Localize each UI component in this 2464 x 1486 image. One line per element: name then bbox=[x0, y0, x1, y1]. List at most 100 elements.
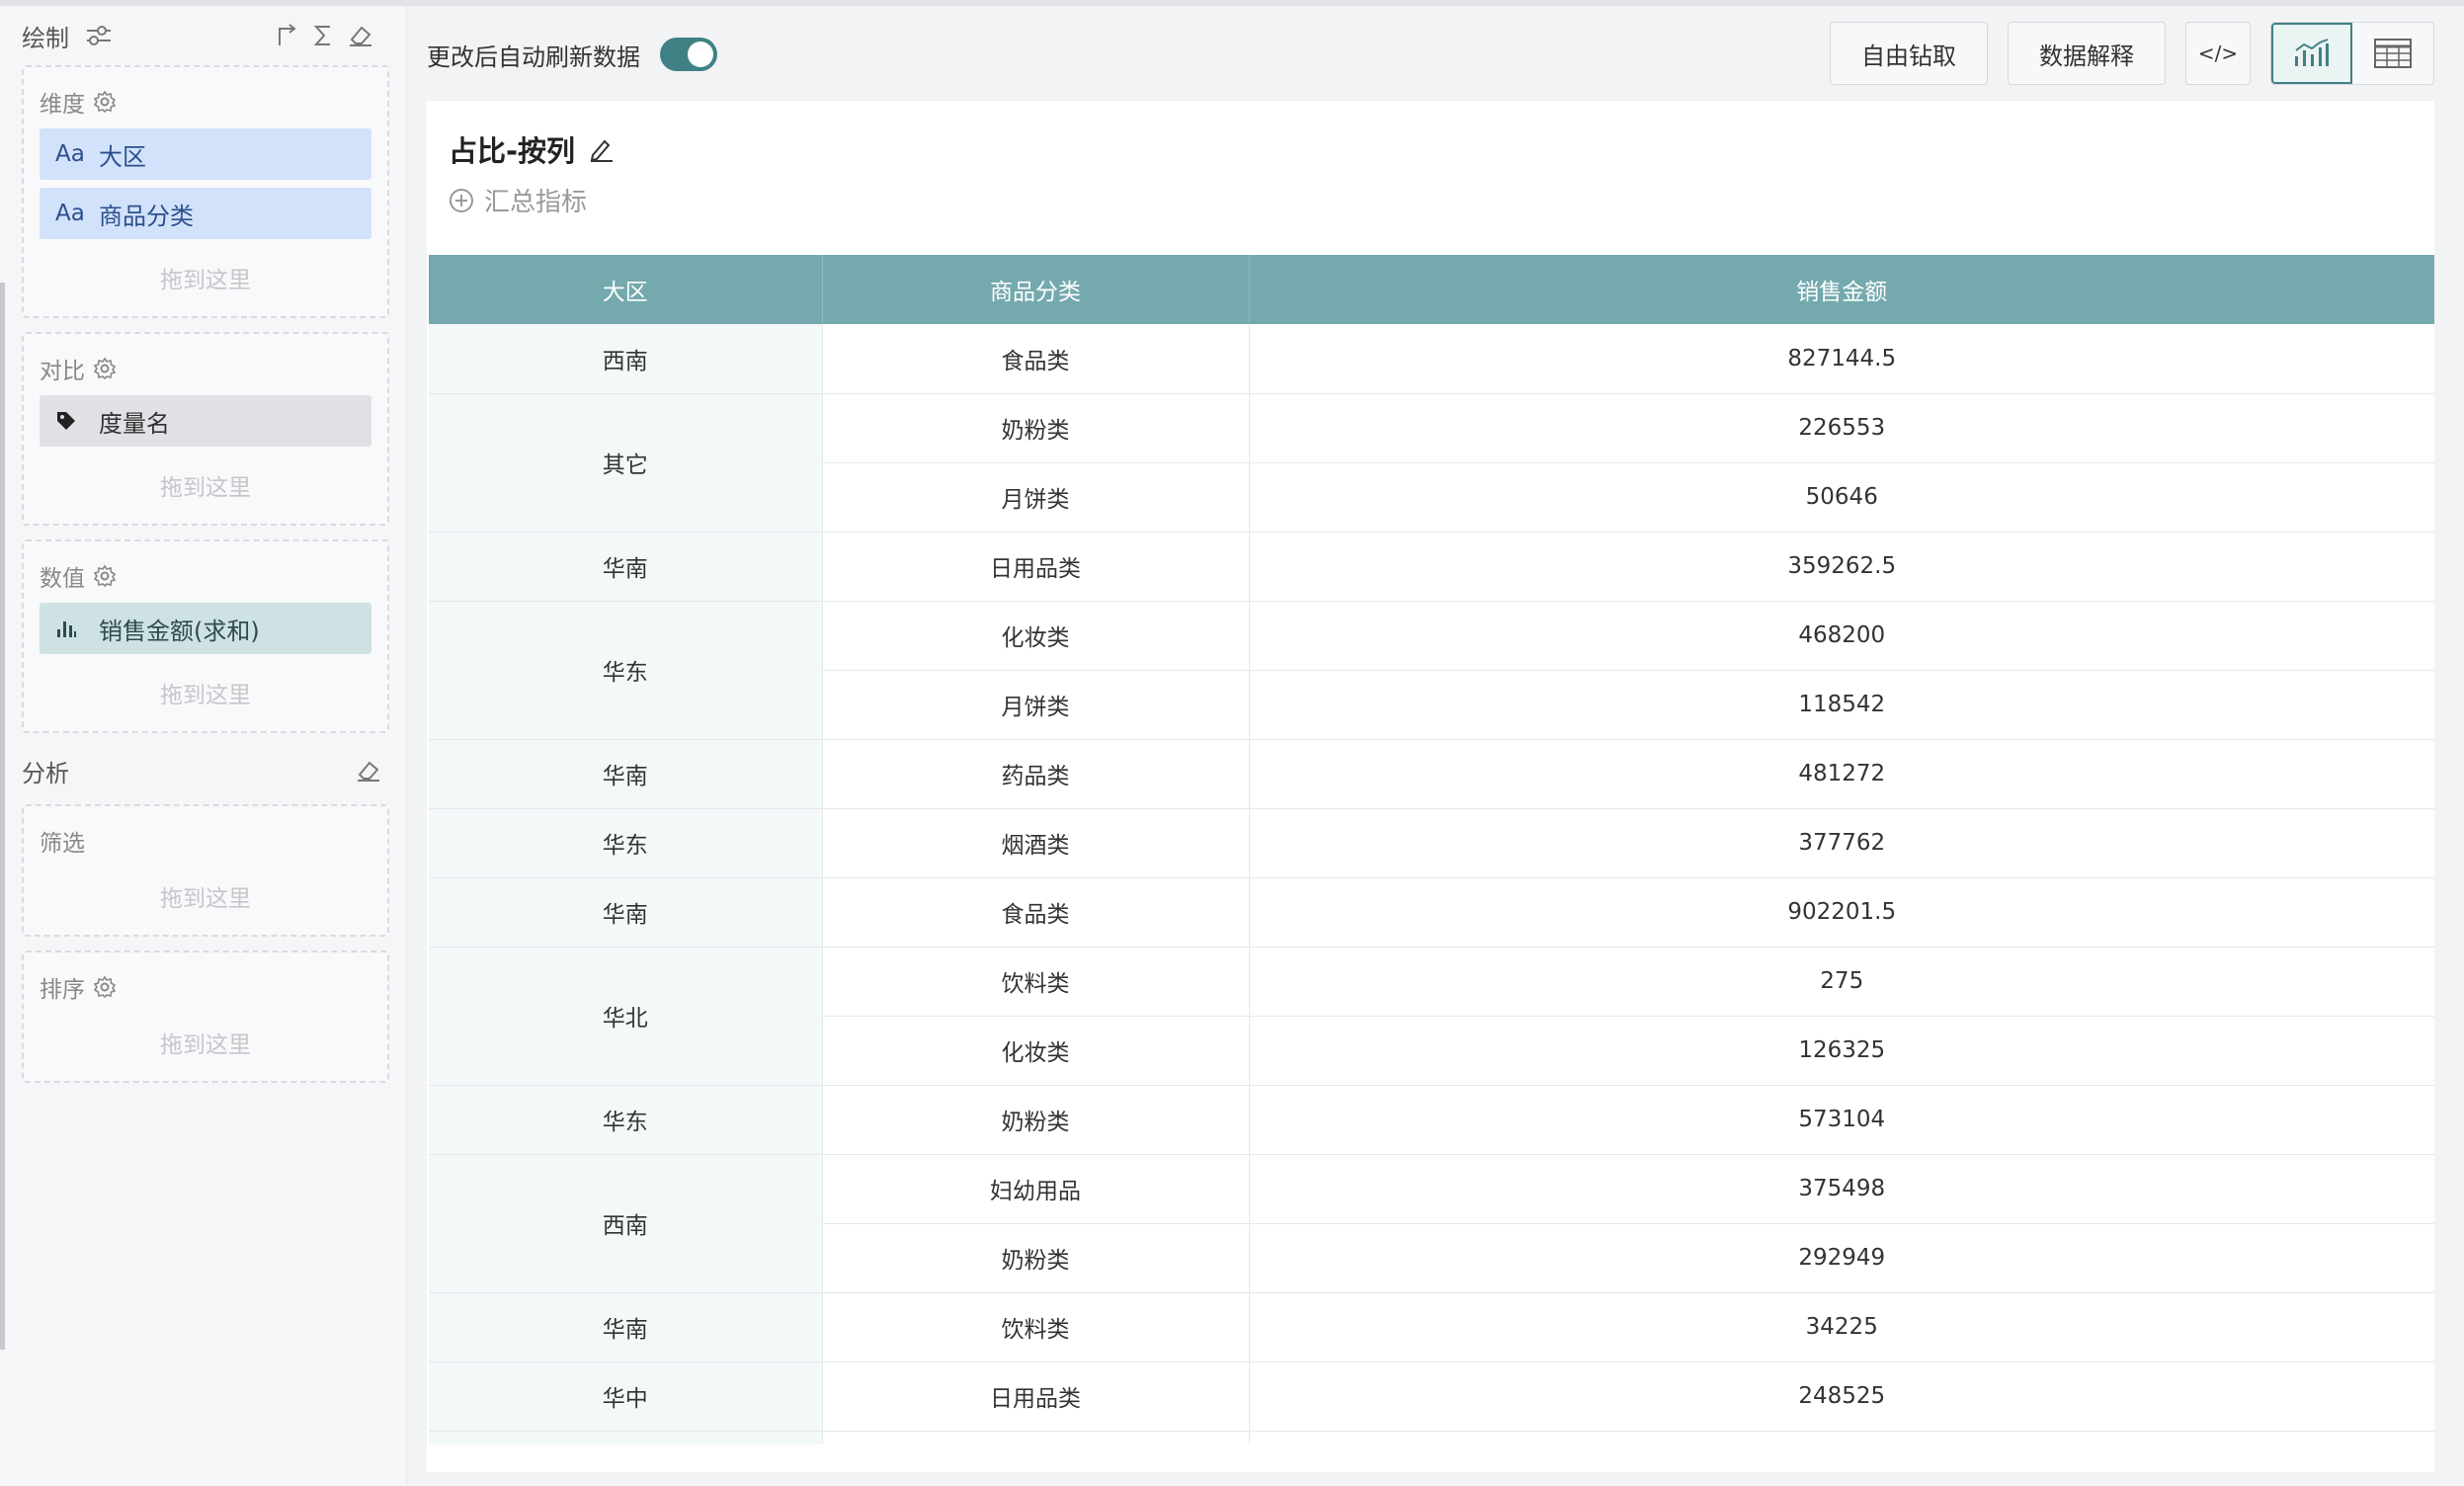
table-header-row: 大区 商品分类 销售金额 bbox=[429, 255, 2434, 324]
region-cell[interactable]: 西南 bbox=[429, 1154, 823, 1293]
auto-refresh-label: 更改后自动刷新数据 bbox=[427, 43, 640, 71]
filter-drop-zone[interactable]: 拖到这里 bbox=[24, 879, 387, 913]
column-header-region[interactable]: 大区 bbox=[429, 255, 823, 324]
sales-cell[interactable]: 226553 bbox=[1249, 393, 2434, 463]
region-cell[interactable]: 华东 bbox=[429, 601, 823, 740]
region-cell[interactable]: 其它 bbox=[429, 393, 823, 533]
region-cell[interactable]: 华南 bbox=[429, 532, 823, 602]
dimension-pill-region[interactable]: Aa 大区 bbox=[40, 128, 371, 180]
category-cell[interactable]: 日用品类 bbox=[822, 1362, 1250, 1432]
sales-cell[interactable]: 118542 bbox=[1249, 670, 2434, 740]
value-section: 数值 销售金额(求和) 拖到这里 bbox=[22, 539, 389, 733]
sales-cell[interactable]: 827144.5 bbox=[1249, 324, 2434, 394]
code-view-button[interactable]: </> bbox=[2185, 22, 2251, 85]
region-cell[interactable]: 西南 bbox=[429, 324, 823, 394]
analysis-tools bbox=[356, 751, 381, 790]
sort-drop-zone[interactable]: 拖到这里 bbox=[24, 1026, 387, 1059]
bar-chart-icon bbox=[55, 618, 99, 639]
sales-cell[interactable]: 126325 bbox=[1249, 1016, 2434, 1086]
region-cell[interactable]: 华中 bbox=[429, 1362, 823, 1432]
filter-section: 筛选 拖到这里 bbox=[22, 804, 389, 937]
category-cell[interactable]: 奶粉类 bbox=[822, 393, 1250, 463]
tag-icon bbox=[55, 410, 99, 432]
compare-title: 对比 bbox=[40, 352, 117, 385]
eraser-icon[interactable] bbox=[356, 759, 381, 783]
settings-sliders-icon[interactable] bbox=[85, 25, 113, 46]
dimension-pill-category[interactable]: Aa 商品分类 bbox=[40, 188, 371, 239]
chart-view-button[interactable] bbox=[2271, 23, 2352, 84]
draw-title: 绘制 bbox=[22, 24, 69, 52]
sales-cell[interactable]: 50646 bbox=[1249, 462, 2434, 533]
table-row: 华南 日用品类 359262.5 bbox=[429, 532, 2434, 602]
sales-cell[interactable]: 573104 bbox=[1249, 1085, 2434, 1155]
category-cell[interactable]: 月饼类 bbox=[822, 462, 1250, 533]
eraser-icon[interactable] bbox=[348, 24, 373, 47]
category-cell[interactable]: 食品类 bbox=[822, 324, 1250, 394]
data-explain-button[interactable]: 数据解释 bbox=[2008, 22, 2166, 85]
region-cell[interactable]: 华南 bbox=[429, 739, 823, 809]
chart-card: 占比-按列 汇总指标 大区 商品分类 销售金额 西南 食品类 827144.5 其它奶… bbox=[427, 101, 2434, 1472]
sales-cell[interactable]: 275 bbox=[1249, 947, 2434, 1017]
sales-cell[interactable]: 359262.5 bbox=[1249, 532, 2434, 602]
gear-icon[interactable] bbox=[93, 564, 117, 588]
value-drop-zone[interactable]: 拖到这里 bbox=[24, 676, 387, 709]
sales-cell[interactable]: 248525 bbox=[1249, 1362, 2434, 1432]
compare-label: 对比 bbox=[40, 359, 85, 384]
dimension-section: 维度 Aa 大区 Aa 商品分类 拖到这里 bbox=[22, 65, 389, 318]
region-cell[interactable]: 华南 bbox=[429, 1292, 823, 1362]
table-row: 其它 奶粉类 226553 bbox=[429, 393, 2434, 533]
category-cell[interactable]: 日用品类 bbox=[822, 532, 1250, 602]
sales-cell[interactable]: 375498 bbox=[1249, 1154, 2434, 1224]
add-summary-metric[interactable]: 汇总指标 bbox=[449, 182, 587, 218]
category-cell[interactable]: 饮料类 bbox=[822, 947, 1250, 1017]
table-row: 华南 饮料类 34225 bbox=[429, 1292, 2434, 1362]
compare-pill-measure-name[interactable]: 度量名 bbox=[40, 395, 371, 447]
category-cell[interactable]: 食品类 bbox=[822, 877, 1250, 948]
gear-icon[interactable] bbox=[93, 90, 117, 114]
sum-icon[interactable] bbox=[312, 24, 334, 47]
category-cell[interactable]: 月饼类 bbox=[822, 670, 1250, 740]
column-header-sales[interactable]: 销售金额 bbox=[1249, 255, 2434, 324]
sales-cell[interactable]: 468200 bbox=[1249, 601, 2434, 671]
sales-cell[interactable]: 481272 bbox=[1249, 739, 2434, 809]
card-title: 占比-按列 bbox=[449, 128, 615, 170]
sales-cell[interactable]: 377762 bbox=[1249, 808, 2434, 878]
table-view-button[interactable] bbox=[2352, 23, 2433, 84]
category-cell[interactable]: 化妆类 bbox=[822, 601, 1250, 671]
text-type-icon: Aa bbox=[55, 141, 85, 167]
region-cell[interactable]: 华东 bbox=[429, 808, 823, 878]
region-cell[interactable]: 华北 bbox=[429, 947, 823, 1086]
sales-cell[interactable]: 292949 bbox=[1249, 1223, 2434, 1293]
card-bottom-edge bbox=[427, 1445, 2434, 1472]
table-icon bbox=[2374, 39, 2412, 68]
sales-cell[interactable]: 902201.5 bbox=[1249, 877, 2434, 948]
pill-label: 商品分类 bbox=[99, 202, 194, 230]
table-row: 华南 药品类 481272 bbox=[429, 739, 2434, 809]
category-cell[interactable]: 妇幼用品 bbox=[822, 1154, 1250, 1224]
dimension-drop-zone[interactable]: 拖到这里 bbox=[24, 261, 387, 294]
category-cell[interactable]: 药品类 bbox=[822, 739, 1250, 809]
region-cell[interactable]: 华南 bbox=[429, 877, 823, 948]
free-drill-button[interactable]: 自由钻取 bbox=[1830, 22, 1988, 85]
table-row: 西南 妇幼用品 375498 bbox=[429, 1154, 2434, 1293]
category-cell[interactable]: 化妆类 bbox=[822, 1016, 1250, 1086]
region-cell[interactable]: 华东 bbox=[429, 1085, 823, 1155]
category-cell[interactable]: 奶粉类 bbox=[822, 1223, 1250, 1293]
corner-arrow-icon[interactable] bbox=[275, 24, 298, 47]
sort-section: 排序 拖到这里 bbox=[22, 950, 389, 1083]
value-pill-sales-sum[interactable]: 销售金额(求和) bbox=[40, 603, 371, 654]
category-cell[interactable]: 烟酒类 bbox=[822, 808, 1250, 878]
filter-title: 筛选 bbox=[40, 824, 85, 858]
panel-scrollbar[interactable] bbox=[0, 283, 5, 1350]
table-row: 华东 烟酒类 377762 bbox=[429, 808, 2434, 878]
compare-drop-zone[interactable]: 拖到这里 bbox=[24, 468, 387, 502]
category-cell[interactable]: 饮料类 bbox=[822, 1292, 1250, 1362]
sales-cell[interactable]: 34225 bbox=[1249, 1292, 2434, 1362]
category-cell[interactable]: 奶粉类 bbox=[822, 1085, 1250, 1155]
gear-icon[interactable] bbox=[93, 975, 117, 999]
edit-pencil-icon[interactable] bbox=[587, 135, 615, 163]
gear-icon[interactable] bbox=[93, 357, 117, 380]
toggle-knob bbox=[688, 41, 713, 67]
column-header-category[interactable]: 商品分类 bbox=[822, 255, 1250, 324]
auto-refresh-toggle[interactable] bbox=[660, 38, 717, 71]
